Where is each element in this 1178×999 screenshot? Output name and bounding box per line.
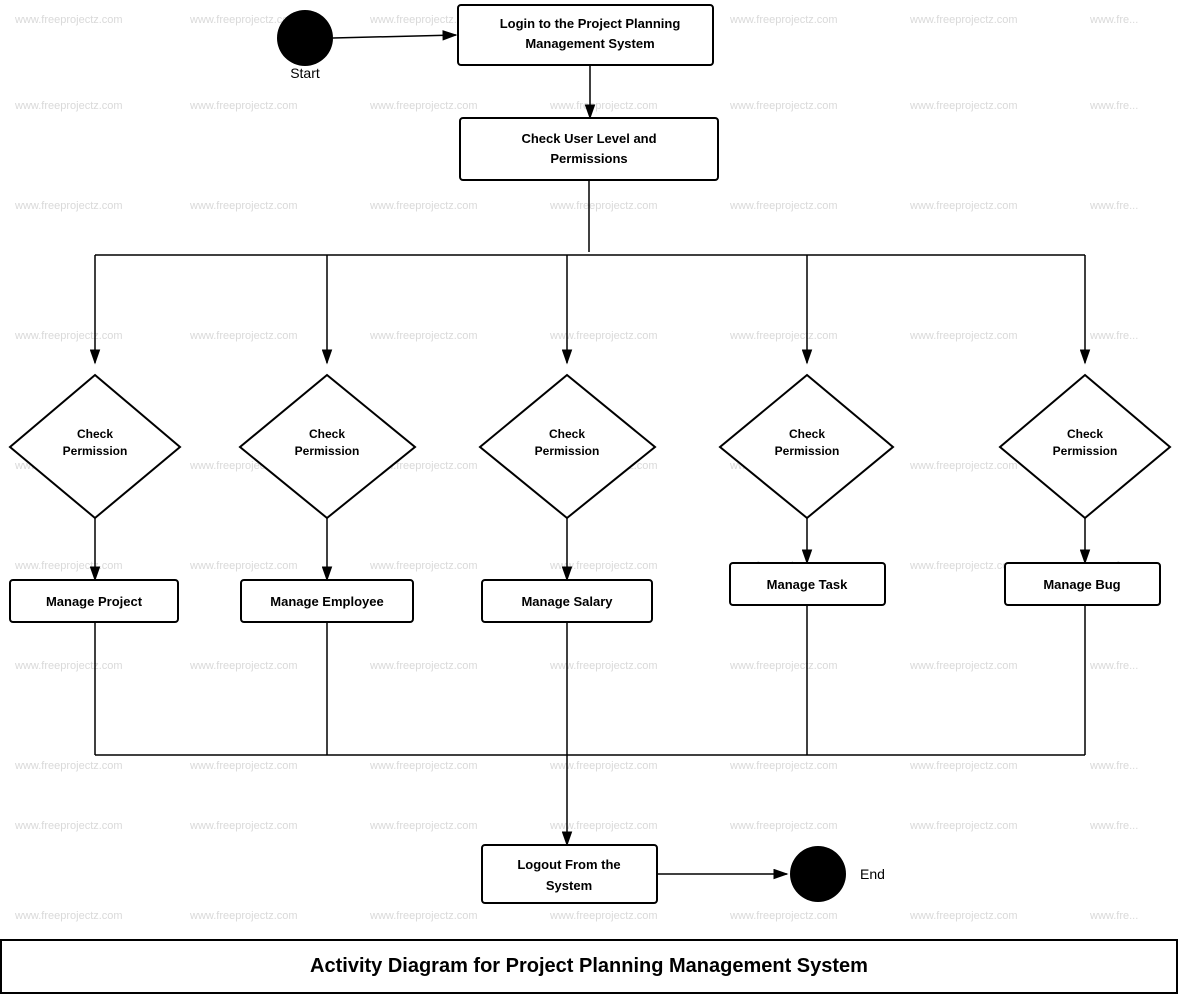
manage-task-text: Manage Task [767,577,848,592]
diamond-2-text-1: Check [309,427,345,441]
diagram-container: Start Login to the Project Planning Mana… [0,0,1178,994]
start-node [277,10,333,66]
manage-salary-text: Manage Salary [521,594,613,609]
start-label: Start [290,65,320,81]
end-label: End [860,866,885,882]
manage-employee-text: Manage Employee [270,594,383,609]
end-node [790,846,846,902]
diamond-1-text-1: Check [77,427,113,441]
diamond-5-text-1: Check [1067,427,1103,441]
diamond-4-text-1: Check [789,427,825,441]
footer-title: Activity Diagram for Project Planning Ma… [310,955,868,978]
footer-bar: Activity Diagram for Project Planning Ma… [0,939,1178,994]
diamond-3-text-2: Permission [535,444,600,458]
logout-text-2: System [546,878,592,893]
diamond-2-text-2: Permission [295,444,360,458]
arrow-start-login [333,35,456,38]
logout-text-1: Logout From the [517,857,620,872]
diamond-1-text-2: Permission [63,444,128,458]
diamond-4-text-2: Permission [775,444,840,458]
check-user-box [460,118,718,180]
diamond-3-text-1: Check [549,427,585,441]
login-text-1: Login to the Project Planning [500,16,681,31]
check-user-text-2: Permissions [550,151,627,166]
manage-project-text: Manage Project [46,594,143,609]
check-user-text-1: Check User Level and [521,131,656,146]
login-text-2: Management System [525,36,654,51]
manage-bug-text: Manage Bug [1043,577,1120,592]
diamond-5-text-2: Permission [1053,444,1118,458]
logout-box [482,845,657,903]
login-box [458,5,713,65]
